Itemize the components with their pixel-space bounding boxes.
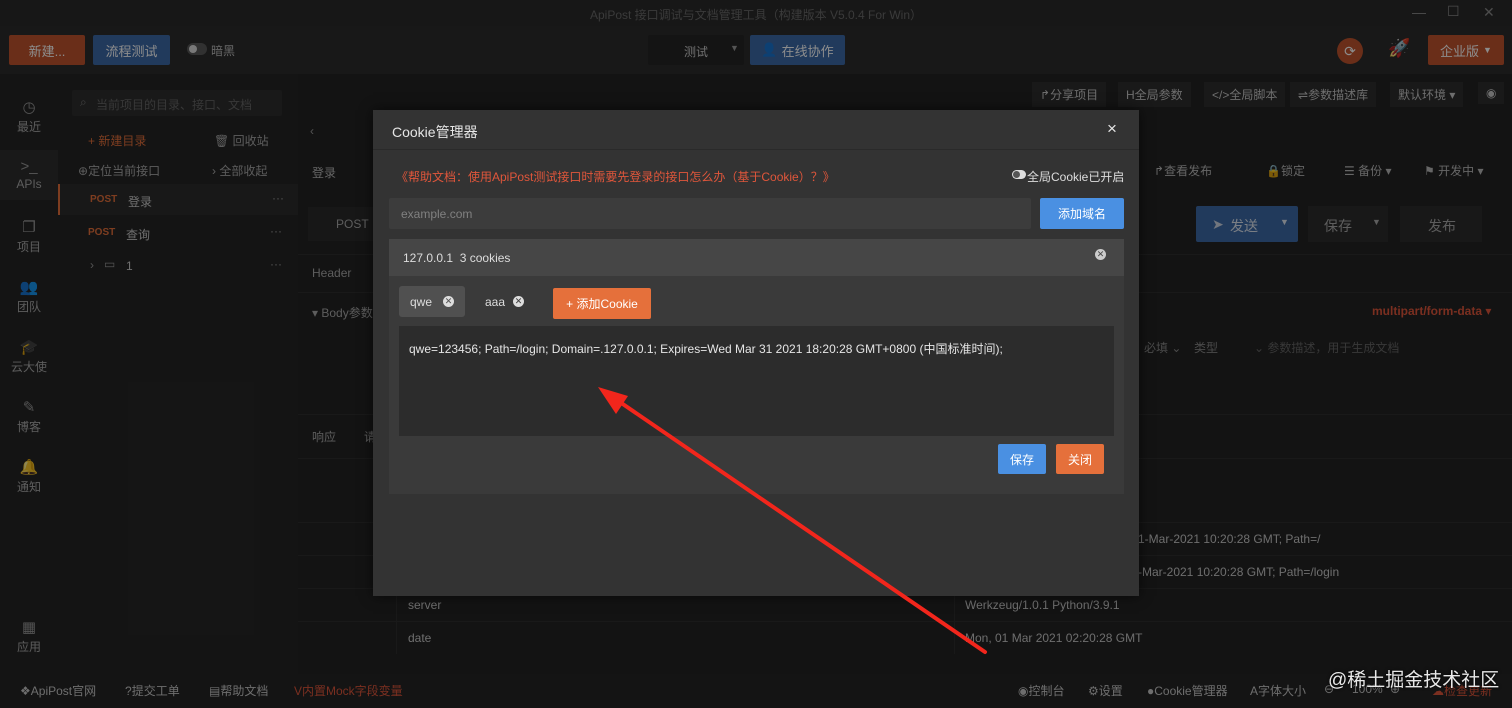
annotation-arrow bbox=[598, 387, 987, 654]
arrow-head bbox=[598, 387, 628, 414]
arrow-shaft bbox=[612, 396, 987, 654]
